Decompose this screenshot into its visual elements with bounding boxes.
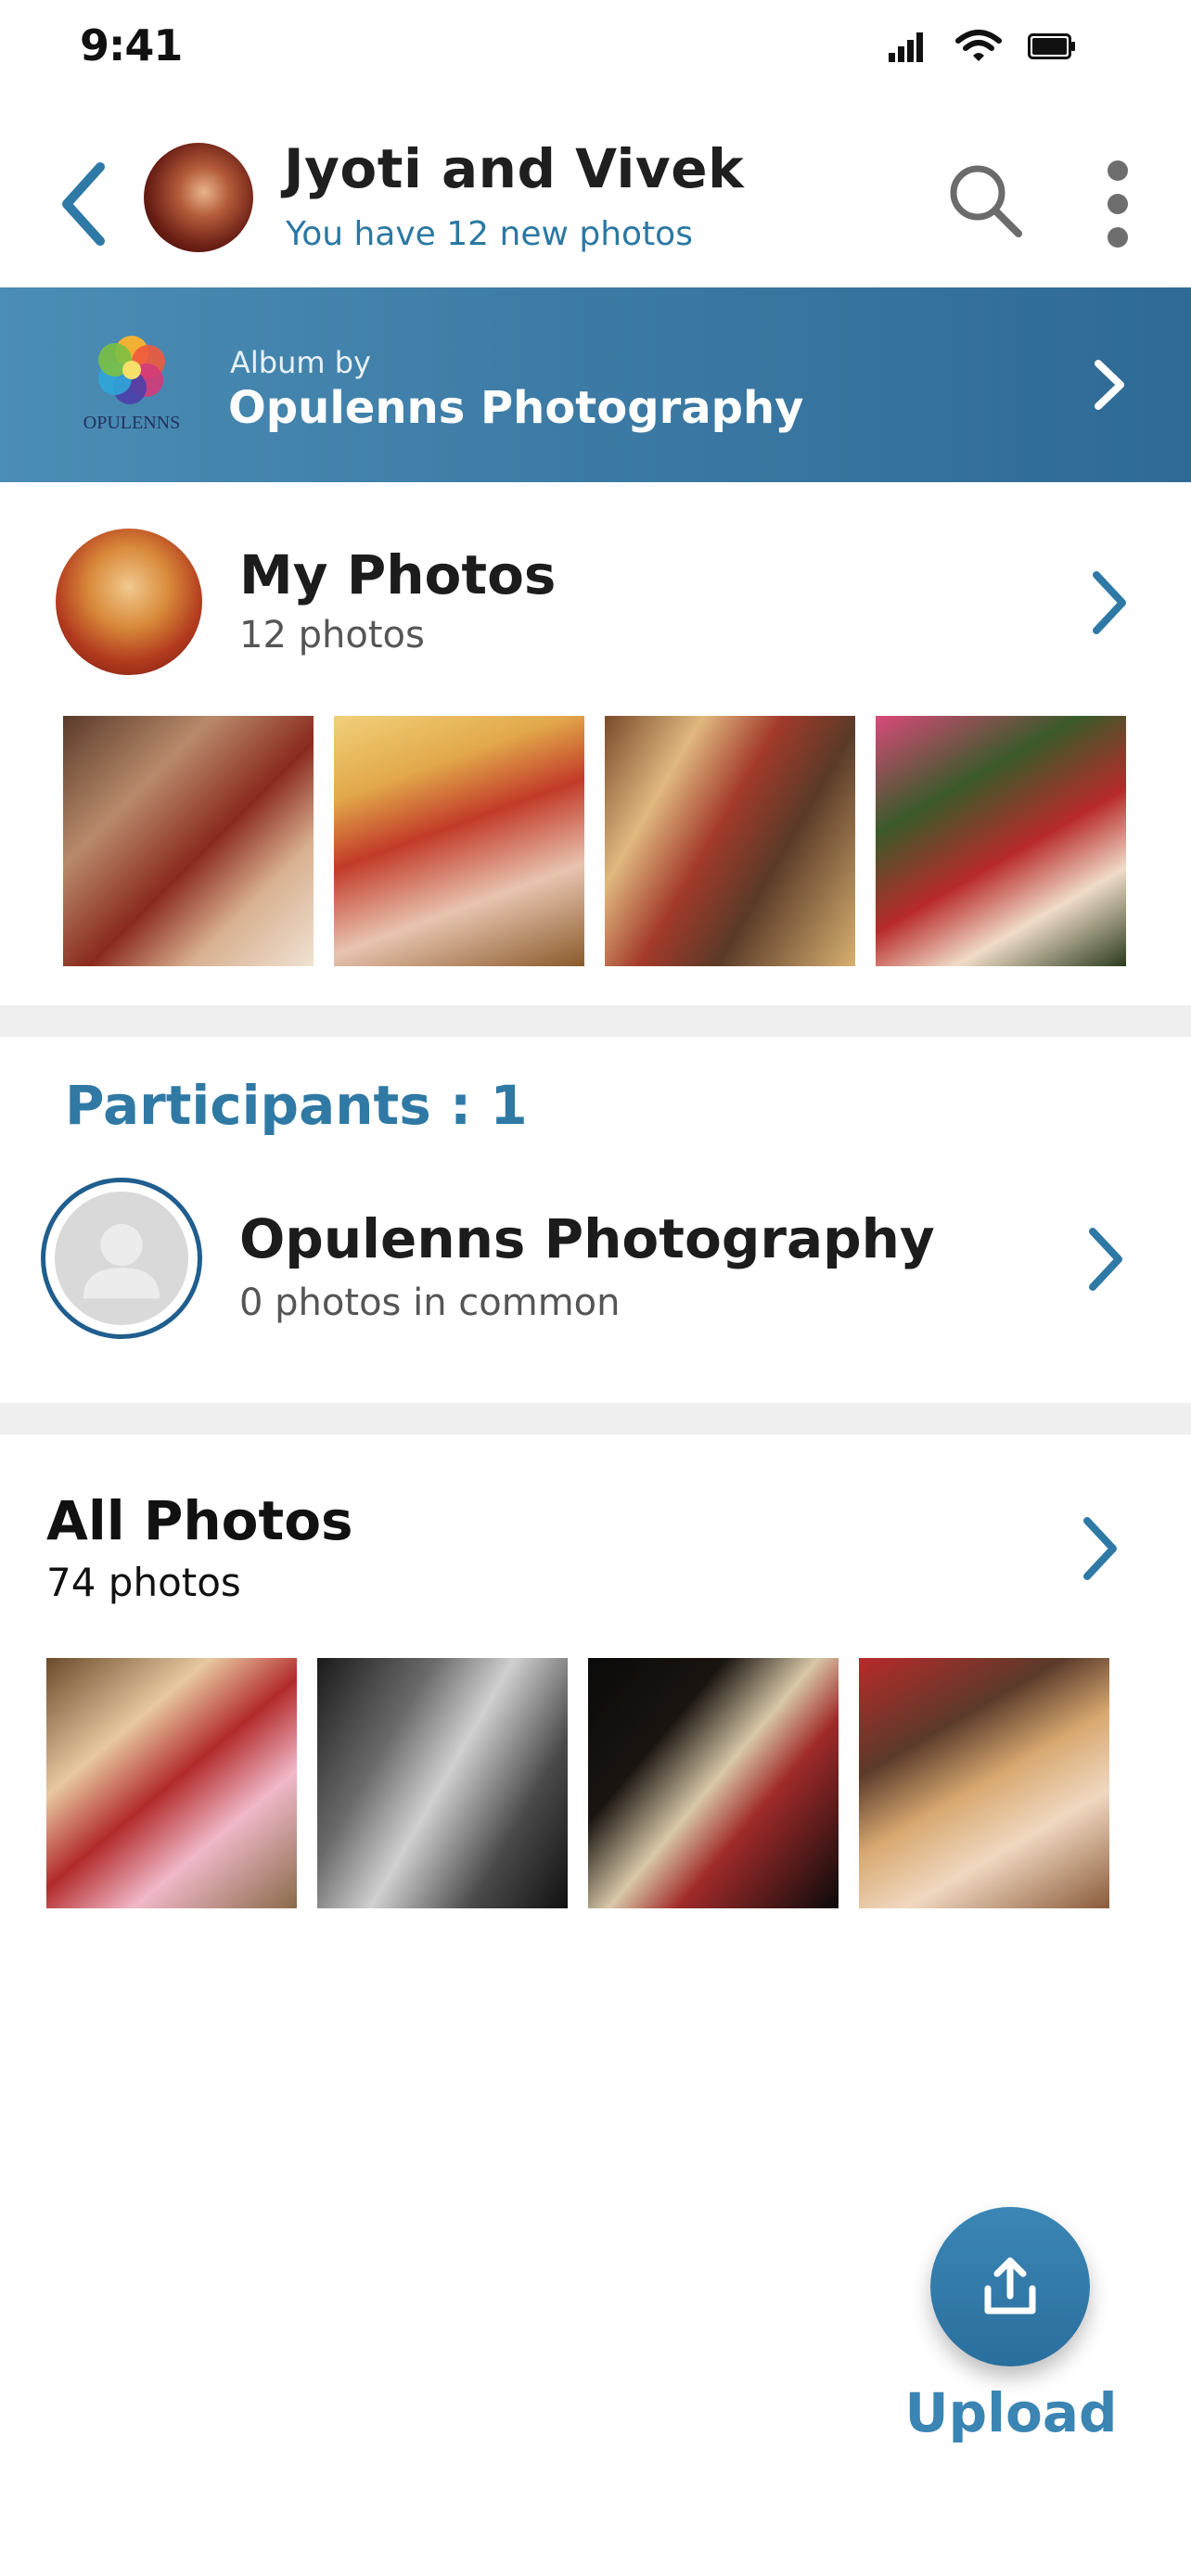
album-owner-name: Opulenns Photography	[228, 382, 804, 434]
section-divider	[0, 1005, 1191, 1037]
upload-label[interactable]: Upload	[890, 2381, 1132, 2444]
signal-icon	[889, 32, 923, 62]
my-photos-title: My Photos	[239, 543, 557, 606]
my-avatar[interactable]	[56, 529, 202, 675]
battery-icon	[1028, 33, 1075, 59]
back-button[interactable]	[46, 148, 121, 260]
person-placeholder-icon	[55, 1192, 188, 1325]
album-banner[interactable]: OPULENNS Album by Opulenns Photography	[0, 287, 1191, 482]
logo-text: OPULENNS	[83, 413, 180, 433]
photo-thumbnail[interactable]	[859, 1658, 1109, 1908]
more-dot-icon	[1108, 194, 1128, 214]
chevron-right-icon[interactable]	[1067, 1511, 1132, 1586]
search-button[interactable]	[939, 154, 1031, 247]
photo-thumbnail[interactable]	[46, 1658, 297, 1908]
photo-thumbnail[interactable]	[876, 716, 1126, 966]
status-bar: 9:41	[0, 0, 1191, 93]
chat-header: Jyoti and Vivek You have 12 new photos	[0, 121, 1191, 287]
album-avatar[interactable]	[144, 143, 253, 252]
all-photos-title: All Photos	[46, 1489, 353, 1552]
all-photos-thumbnails	[46, 1658, 1109, 1908]
more-dot-icon	[1108, 227, 1128, 248]
opulenns-logo: OPULENNS	[83, 336, 180, 433]
all-photos-count: 74 photos	[46, 1560, 241, 1605]
participants-title: Participants : 1	[65, 1074, 528, 1137]
search-icon	[950, 165, 1022, 237]
upload-button[interactable]	[930, 2207, 1090, 2366]
more-dot-icon	[1108, 160, 1128, 181]
album-by-label: Album by	[230, 345, 371, 380]
album-title: Jyoti and Vivek	[284, 137, 745, 200]
photo-thumbnail[interactable]	[334, 716, 584, 966]
status-time: 9:41	[80, 20, 183, 70]
wifi-icon	[955, 30, 1002, 61]
section-divider	[0, 1403, 1191, 1435]
participants-section: Participants : 1 Opulenns Photography 0 …	[0, 1037, 1191, 1403]
participant-name[interactable]: Opulenns Photography	[239, 1207, 935, 1270]
chevron-right-icon	[1095, 360, 1124, 410]
more-options-button[interactable]	[1085, 148, 1150, 260]
my-photos-section: My Photos 12 photos	[0, 482, 1191, 1006]
my-photos-thumbnails	[63, 716, 1126, 966]
chevron-right-icon[interactable]	[1076, 566, 1141, 640]
photo-thumbnail[interactable]	[605, 716, 855, 966]
photo-thumbnail[interactable]	[63, 716, 314, 966]
status-icons	[889, 30, 1076, 63]
my-photos-count: 12 photos	[239, 614, 425, 657]
all-photos-section: All Photos 74 photos	[0, 1434, 1191, 1916]
participant-avatar[interactable]	[41, 1178, 202, 1339]
photo-thumbnail[interactable]	[588, 1658, 839, 1908]
new-photos-subtitle: You have 12 new photos	[286, 215, 693, 253]
upload-icon	[984, 2257, 1036, 2315]
chevron-left-icon	[62, 162, 105, 246]
chevron-right-icon[interactable]	[1072, 1222, 1137, 1296]
photo-thumbnail[interactable]	[317, 1658, 568, 1908]
participant-common-count: 0 photos in common	[239, 1282, 621, 1324]
